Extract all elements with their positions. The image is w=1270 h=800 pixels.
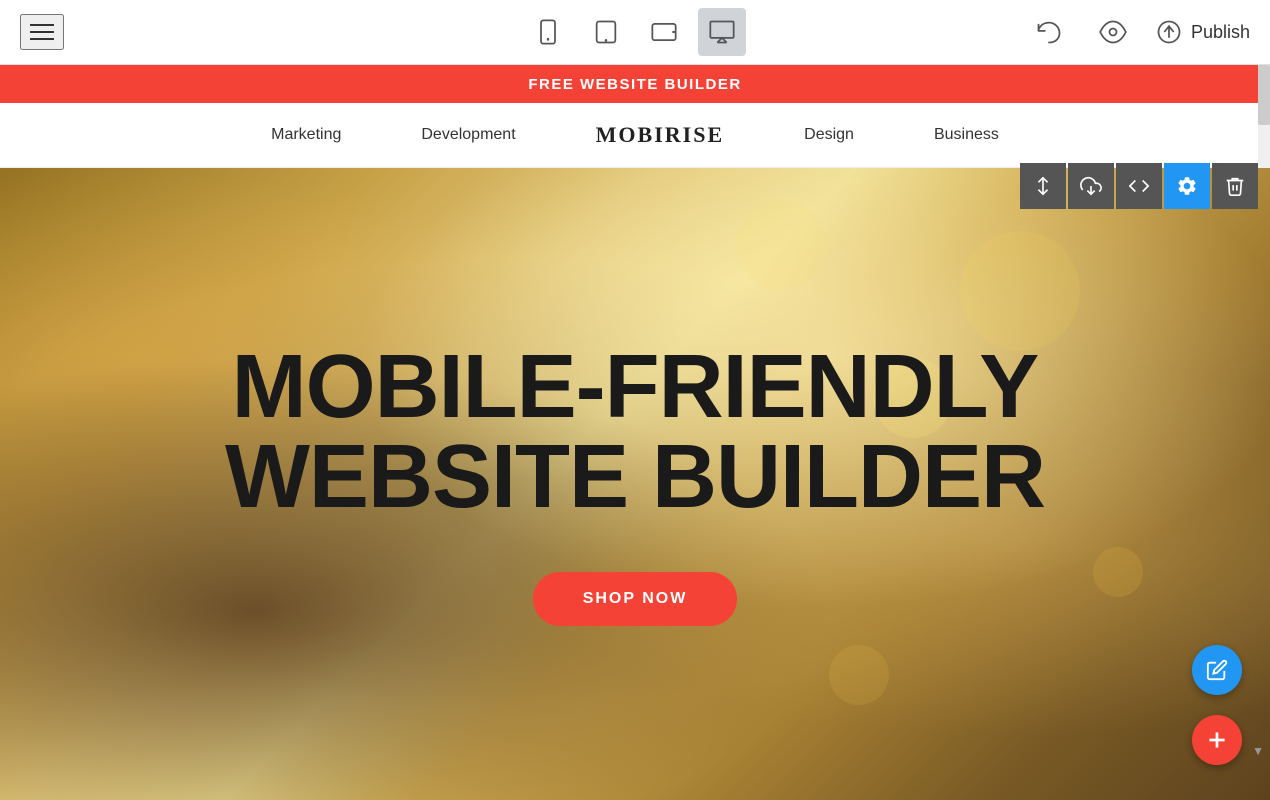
block-save-button[interactable] bbox=[1068, 163, 1114, 209]
scrollbar-thumb[interactable] bbox=[1258, 65, 1270, 125]
add-block-fab-button[interactable] bbox=[1192, 715, 1242, 765]
device-switcher bbox=[524, 8, 746, 56]
tablet-view-button[interactable] bbox=[582, 8, 630, 56]
hero-section: MOBILE-FRIENDLY WEBSITE BUILDER SHOP NOW bbox=[0, 168, 1270, 800]
nav-link-design[interactable]: Design bbox=[804, 126, 854, 144]
desktop-view-button[interactable] bbox=[698, 8, 746, 56]
publish-button[interactable]: Publish bbox=[1155, 18, 1250, 46]
menu-button[interactable] bbox=[20, 14, 64, 50]
undo-button[interactable] bbox=[1027, 10, 1071, 54]
block-move-button[interactable] bbox=[1020, 163, 1066, 209]
shop-now-button[interactable]: SHOP NOW bbox=[533, 572, 738, 626]
hero-content: MOBILE-FRIENDLY WEBSITE BUILDER SHOP NOW bbox=[0, 168, 1270, 800]
hero-title: MOBILE-FRIENDLY WEBSITE BUILDER bbox=[225, 342, 1045, 522]
tablet-landscape-view-button[interactable] bbox=[640, 8, 688, 56]
nav-link-business[interactable]: Business bbox=[934, 126, 999, 144]
promo-banner: FREE WEBSITE BUILDER bbox=[0, 65, 1270, 103]
toolbar: Publish bbox=[0, 0, 1270, 65]
edit-fab-button[interactable] bbox=[1192, 645, 1242, 695]
scroll-indicator: ▼ bbox=[1252, 744, 1264, 758]
mobile-view-button[interactable] bbox=[524, 8, 572, 56]
block-delete-button[interactable] bbox=[1212, 163, 1258, 209]
block-controls bbox=[1020, 163, 1258, 209]
navbar: Marketing Development MOBIRISE Design Bu… bbox=[0, 103, 1270, 168]
nav-link-marketing[interactable]: Marketing bbox=[271, 126, 341, 144]
block-code-button[interactable] bbox=[1116, 163, 1162, 209]
toolbar-left bbox=[20, 14, 64, 50]
hero-title-line2: WEBSITE BUILDER bbox=[225, 427, 1045, 527]
hero-title-line1: MOBILE-FRIENDLY bbox=[232, 337, 1039, 437]
publish-label: Publish bbox=[1191, 22, 1250, 43]
nav-link-development[interactable]: Development bbox=[421, 126, 515, 144]
toolbar-right: Publish bbox=[1027, 10, 1250, 54]
block-settings-button[interactable] bbox=[1164, 163, 1210, 209]
banner-text: FREE WEBSITE BUILDER bbox=[528, 76, 741, 93]
nav-brand: MOBIRISE bbox=[596, 122, 724, 148]
preview-button[interactable] bbox=[1091, 10, 1135, 54]
